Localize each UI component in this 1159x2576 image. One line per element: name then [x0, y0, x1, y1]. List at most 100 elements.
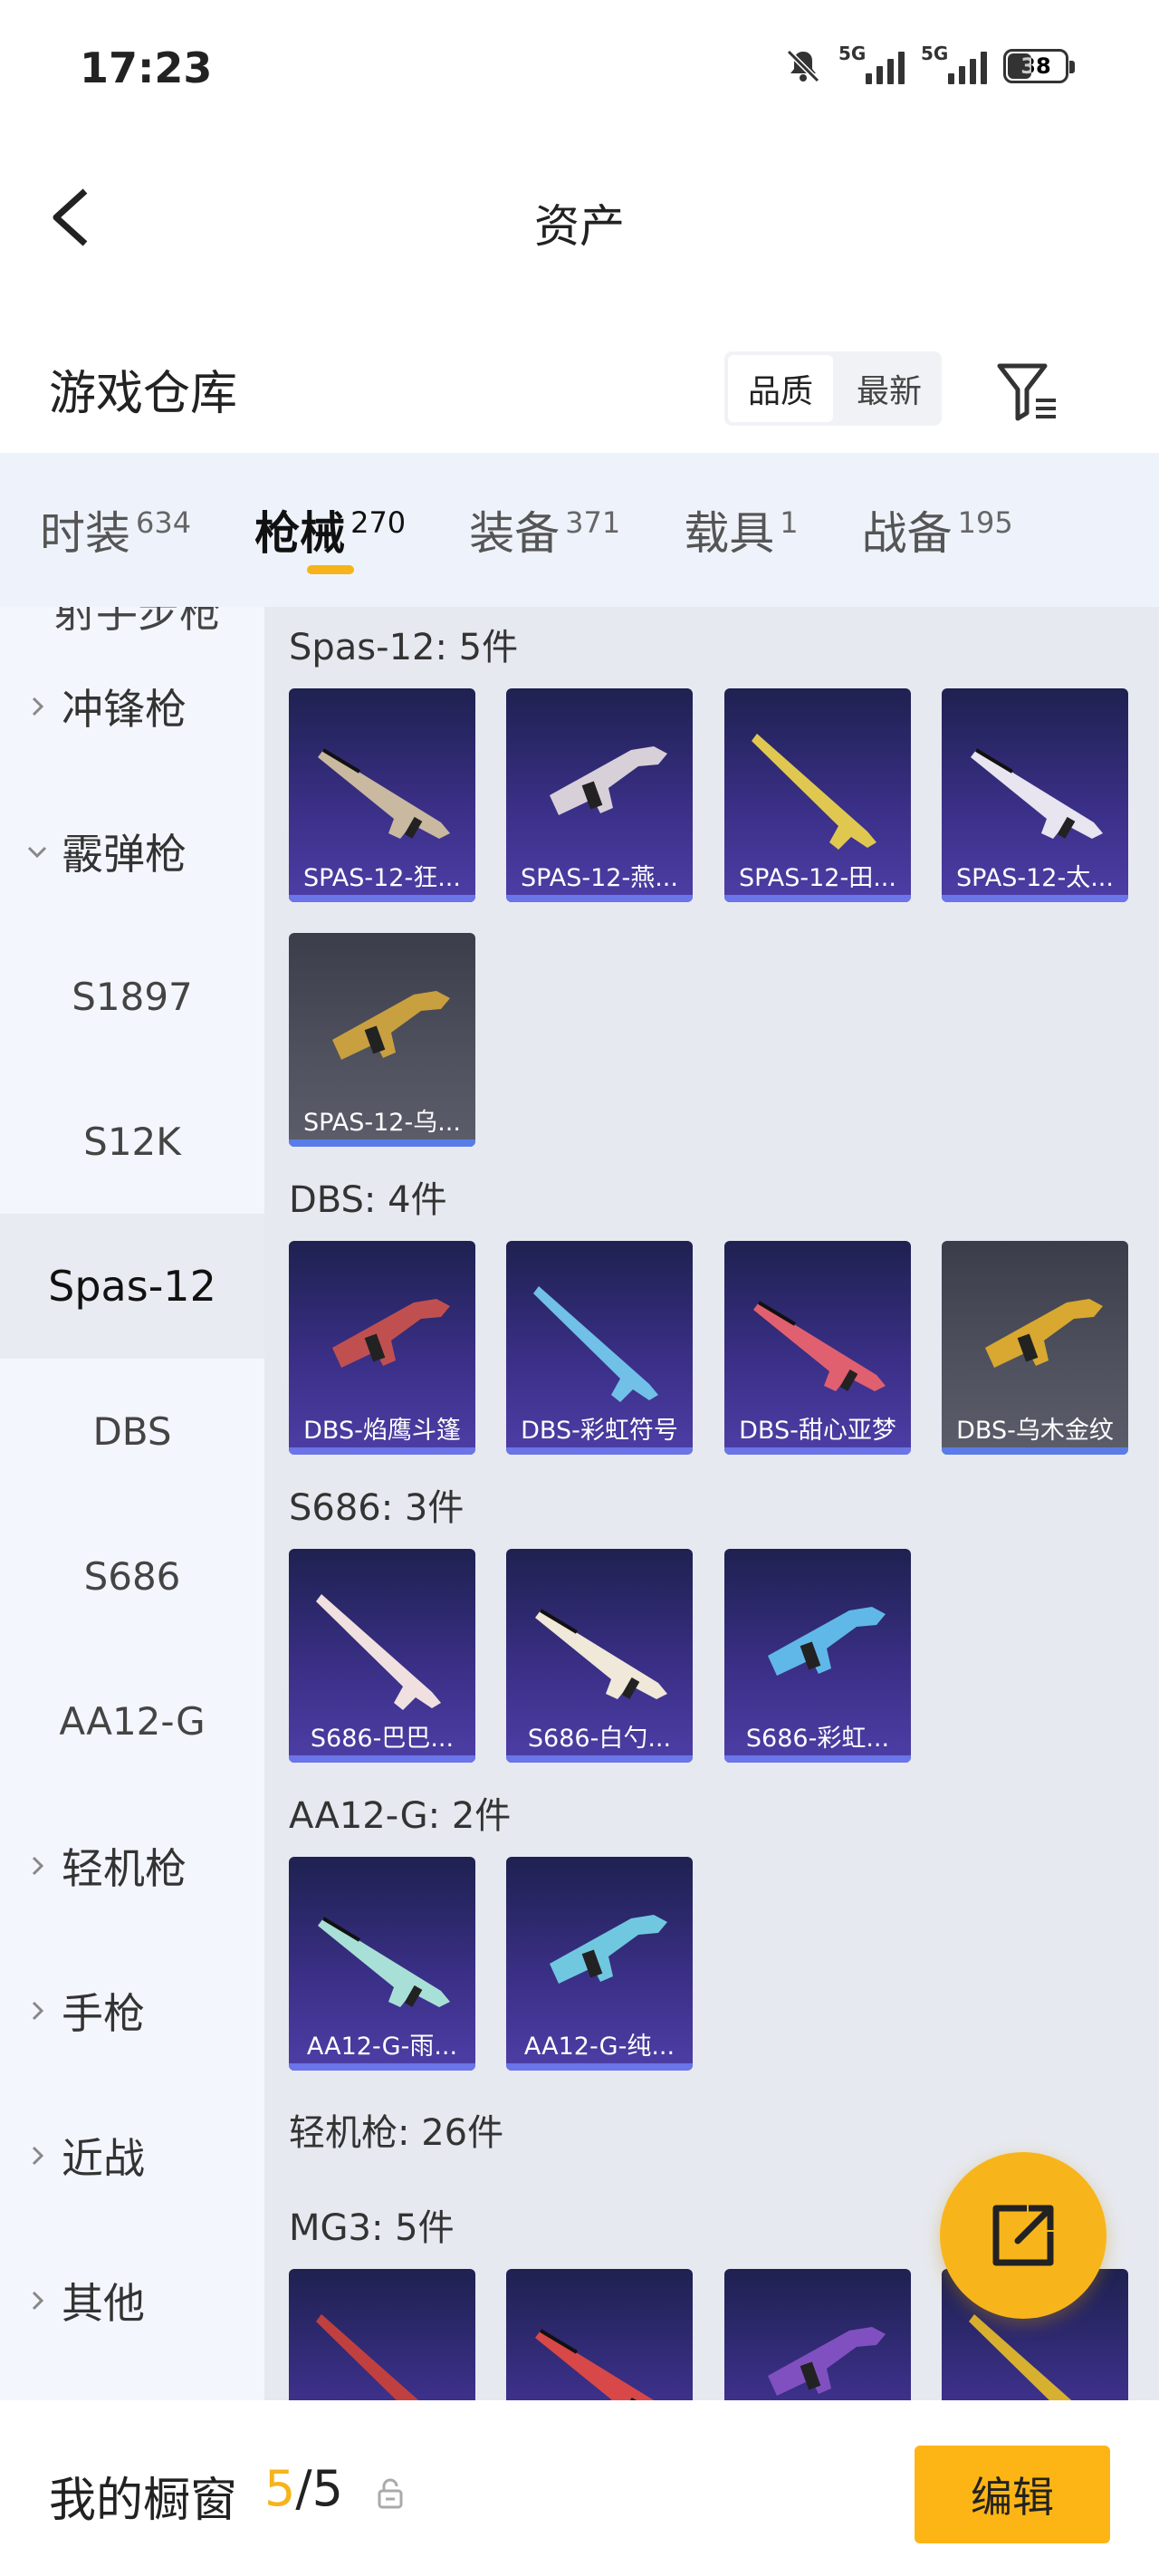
status-time: 17:23: [80, 43, 213, 92]
rarity-bar: [289, 1755, 475, 1763]
weapon-skin-name: DBS-焰鹰斗篷: [303, 1417, 461, 1445]
chevron-right-icon: [32, 1856, 44, 1876]
tab-firearms[interactable]: 枪械 270: [254, 453, 406, 607]
filter-icon[interactable]: [996, 360, 1061, 424]
weapon-image: [958, 714, 1112, 850]
sidebar-item[interactable]: S1897: [0, 924, 264, 1069]
sidebar-item[interactable]: S12K: [0, 1069, 264, 1214]
sidebar-item[interactable]: S686: [0, 1504, 264, 1648]
weapon-image: [522, 1882, 676, 2018]
weapon-skin-card[interactable]: S686-巴巴...: [289, 1549, 475, 1763]
weapon-image: [522, 2294, 676, 2400]
weapon-skin-name: S686-巴巴...: [310, 1725, 455, 1753]
rarity-bar: [942, 1447, 1128, 1455]
weapon-image: [958, 1266, 1112, 1402]
weapon-skin-card[interactable]: SPAS-12-燕...: [506, 688, 693, 902]
sidebar-item[interactable]: AA12-G: [0, 1648, 264, 1793]
weapon-skin-name: SPAS-12-太...: [956, 864, 1114, 892]
rarity-bar: [506, 895, 693, 902]
rarity-bar: [942, 895, 1128, 902]
tab-label: 时装: [40, 507, 130, 560]
chevron-right-icon: [32, 2291, 44, 2311]
network-label: 5G: [838, 43, 867, 64]
sidebar-item[interactable]: 近战: [0, 2083, 264, 2228]
rarity-bar: [506, 2063, 693, 2071]
weapon-skin-name: DBS-乌木金纹: [956, 1417, 1114, 1445]
weapon-skin-name: S686-彩虹...: [745, 1725, 890, 1753]
sidebar-item[interactable]: DBS: [0, 1359, 264, 1504]
share-icon: [992, 2205, 1054, 2266]
sidebar-item-label: 其他: [62, 2279, 145, 2328]
weapon-skin-name: DBS-彩虹符号: [521, 1417, 678, 1445]
weapon-skin-card[interactable]: S686-白勺...: [506, 1549, 693, 1763]
mute-bell-icon: [784, 47, 822, 85]
page-title: 资产: [534, 200, 625, 253]
lock-icon: [377, 2478, 404, 2509]
weapon-skin-name: SPAS-12-狂...: [303, 864, 461, 892]
weapon-skin-card[interactable]: [724, 2269, 911, 2400]
sidebar-item-label: S12K: [83, 1119, 181, 1164]
weapon-skin-card[interactable]: SPAS-12-太...: [942, 688, 1128, 902]
tab-fashion[interactable]: 时装 634: [40, 453, 191, 607]
sidebar-item-label: DBS: [92, 1408, 172, 1454]
rarity-bar: [506, 1447, 693, 1455]
tab-combat-gear[interactable]: 战备 195: [862, 453, 1013, 607]
sidebar-item[interactable]: 其他: [0, 2228, 264, 2373]
tab-label: 枪械: [254, 507, 346, 560]
weapon-skin-card[interactable]: SPAS-12-田...: [724, 688, 911, 902]
tab-count: 634: [136, 505, 192, 540]
weapon-skin-card[interactable]: [506, 2269, 693, 2400]
sidebar-item[interactable]: 冲锋枪: [0, 634, 264, 779]
sidebar-item[interactable]: 霰弹枪: [0, 779, 264, 924]
sidebar-item-label: S686: [83, 1553, 181, 1599]
weapon-image: [522, 1266, 676, 1402]
sort-quality-button[interactable]: 品质: [728, 355, 833, 422]
warehouse-label: 游戏仓库: [49, 367, 238, 421]
sidebar-item-label: Spas-12: [48, 1262, 216, 1311]
sidebar-item[interactable]: 轻机枪: [0, 1793, 264, 1938]
weapon-skin-name: S686-白勺...: [527, 1725, 672, 1753]
sidebar-item-label: 轻机枪: [62, 1844, 187, 1893]
rarity-bar: [506, 1755, 693, 1763]
weapon-skin-card[interactable]: SPAS-12-乌...: [289, 933, 475, 1147]
weapon-skin-card[interactable]: S686-彩虹...: [724, 1549, 911, 1763]
weapon-skin-card[interactable]: DBS-甜心亚梦: [724, 1241, 911, 1455]
weapon-skin-card[interactable]: DBS-彩虹符号: [506, 1241, 693, 1455]
top-nav: 资产: [0, 136, 1159, 299]
warehouse-bar: 游戏仓库 品质 最新: [0, 299, 1159, 453]
tab-vehicles[interactable]: 载具 1: [684, 453, 798, 607]
signal-icon-2: 5G: [921, 43, 987, 84]
weapon-skin-card[interactable]: [289, 2269, 475, 2400]
share-button[interactable]: [940, 2152, 1106, 2319]
edit-button[interactable]: 编辑: [915, 2446, 1110, 2543]
sidebar-item[interactable]: Spas-12: [0, 1214, 264, 1359]
weapon-grid: Spas-12: 5件 SPAS-12-狂... SPAS-12-燕... SPAS-…: [264, 607, 1159, 2400]
weapon-image: [741, 714, 895, 850]
tab-equipment[interactable]: 装备 371: [469, 453, 620, 607]
sidebar-item[interactable]: 手枪: [0, 1938, 264, 2083]
sort-newest-button[interactable]: 最新: [837, 351, 942, 426]
rarity-bar: [289, 1447, 475, 1455]
weapon-skin-card[interactable]: DBS-乌木金纹: [942, 1241, 1128, 1455]
sidebar-item-label: 冲锋枪: [62, 685, 187, 734]
weapon-image: [305, 2294, 459, 2400]
showcase-current: 5: [264, 2460, 296, 2517]
weapon-skin-card[interactable]: SPAS-12-狂...: [289, 688, 475, 902]
tab-count: 371: [565, 505, 621, 540]
weapon-image: [741, 1574, 895, 1710]
weapon-skin-card[interactable]: AA12-G-纯...: [506, 1857, 693, 2071]
showcase-label: 我的橱窗: [49, 2474, 238, 2528]
tab-active-indicator: [306, 565, 354, 574]
rarity-bar: [724, 895, 911, 902]
section-title: DBS: 4件: [289, 1179, 447, 1221]
battery-icon: 38: [1003, 49, 1075, 83]
tab-count: 195: [957, 505, 1013, 540]
weapon-skin-card[interactable]: DBS-焰鹰斗篷: [289, 1241, 475, 1455]
weapon-category-sidebar: 射手步枪 冲锋枪 霰弹枪 S1897 S12K Spas-12 DBS S686 AA12-G…: [0, 607, 264, 2400]
chevron-right-icon: [32, 697, 44, 716]
showcase-count: 5/5: [264, 2460, 343, 2517]
tab-label: 载具: [684, 507, 775, 560]
showcase-bar: 我的橱窗 5/5 编辑: [0, 2400, 1159, 2576]
weapon-skin-card[interactable]: AA12-G-雨...: [289, 1857, 475, 2071]
sidebar-item-label: 霰弹枪: [62, 830, 187, 879]
